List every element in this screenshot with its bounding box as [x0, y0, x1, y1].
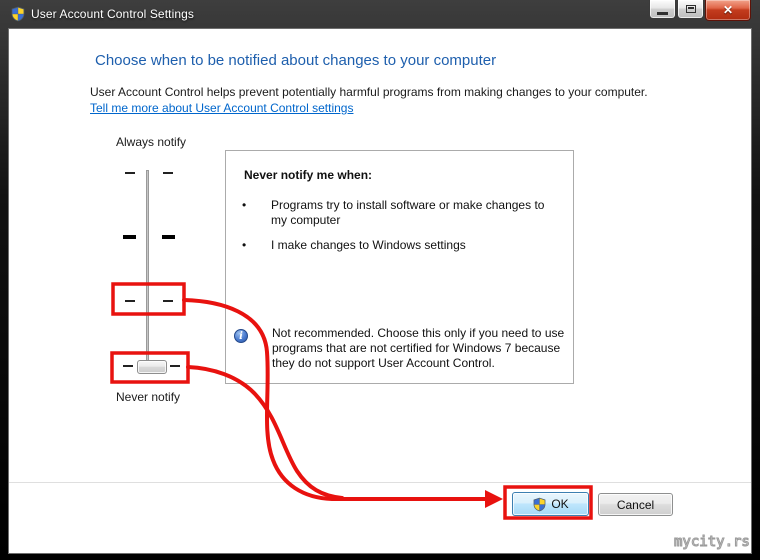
notify-info-box: Never notify me when: • Programs try to … — [225, 150, 574, 384]
slider-label-always-notify: Always notify — [116, 135, 187, 149]
slider-tick — [125, 300, 135, 302]
slider-tick — [123, 365, 133, 367]
window-title: User Account Control Settings — [31, 7, 194, 21]
cancel-button-label: Cancel — [616, 497, 655, 512]
uac-shield-icon — [10, 6, 26, 22]
cancel-button[interactable]: Cancel — [598, 493, 673, 516]
maximize-icon — [685, 5, 696, 13]
page-title: Choose when to be notified about changes… — [95, 52, 497, 69]
bullet-icon: • — [242, 238, 247, 252]
not-recommended-note: Not recommended. Choose this only if you… — [272, 326, 565, 370]
minimize-icon — [657, 11, 668, 15]
uac-settings-window: User Account Control Settings ✕ Choose w… — [0, 0, 760, 560]
slider-tick — [123, 235, 136, 239]
bullet-icon: • — [242, 198, 247, 212]
slider-tick — [163, 172, 173, 174]
info-icon: i — [234, 329, 248, 343]
info-bullet-2: I make changes to Windows settings — [271, 238, 466, 252]
uac-slider-track[interactable] — [146, 170, 149, 373]
maximize-button[interactable] — [677, 0, 704, 19]
minimize-button[interactable] — [649, 0, 676, 19]
slider-tick — [163, 300, 173, 302]
dialog-client-area: Choose when to be notified about changes… — [8, 28, 752, 554]
uac-shield-icon — [532, 497, 547, 512]
slider-tick — [170, 365, 180, 367]
tell-me-more-link[interactable]: Tell me more about User Account Control … — [90, 101, 353, 115]
info-bullet-1: Programs try to install software or make… — [271, 198, 545, 227]
watermark: mycity.rs — [674, 534, 751, 551]
uac-slider-thumb[interactable] — [137, 360, 167, 374]
page-description: User Account Control helps prevent poten… — [90, 85, 648, 99]
ok-button-label: OK — [551, 497, 569, 511]
slider-tick — [162, 235, 175, 239]
slider-label-never-notify: Never notify — [116, 390, 181, 404]
footer-separator — [9, 482, 751, 483]
close-icon: ✕ — [722, 3, 734, 17]
close-button[interactable]: ✕ — [705, 0, 751, 21]
slider-tick — [125, 172, 135, 174]
ok-button[interactable]: OK — [512, 492, 589, 516]
titlebar: User Account Control Settings ✕ — [0, 0, 760, 28]
info-box-title: Never notify me when: — [244, 168, 373, 182]
